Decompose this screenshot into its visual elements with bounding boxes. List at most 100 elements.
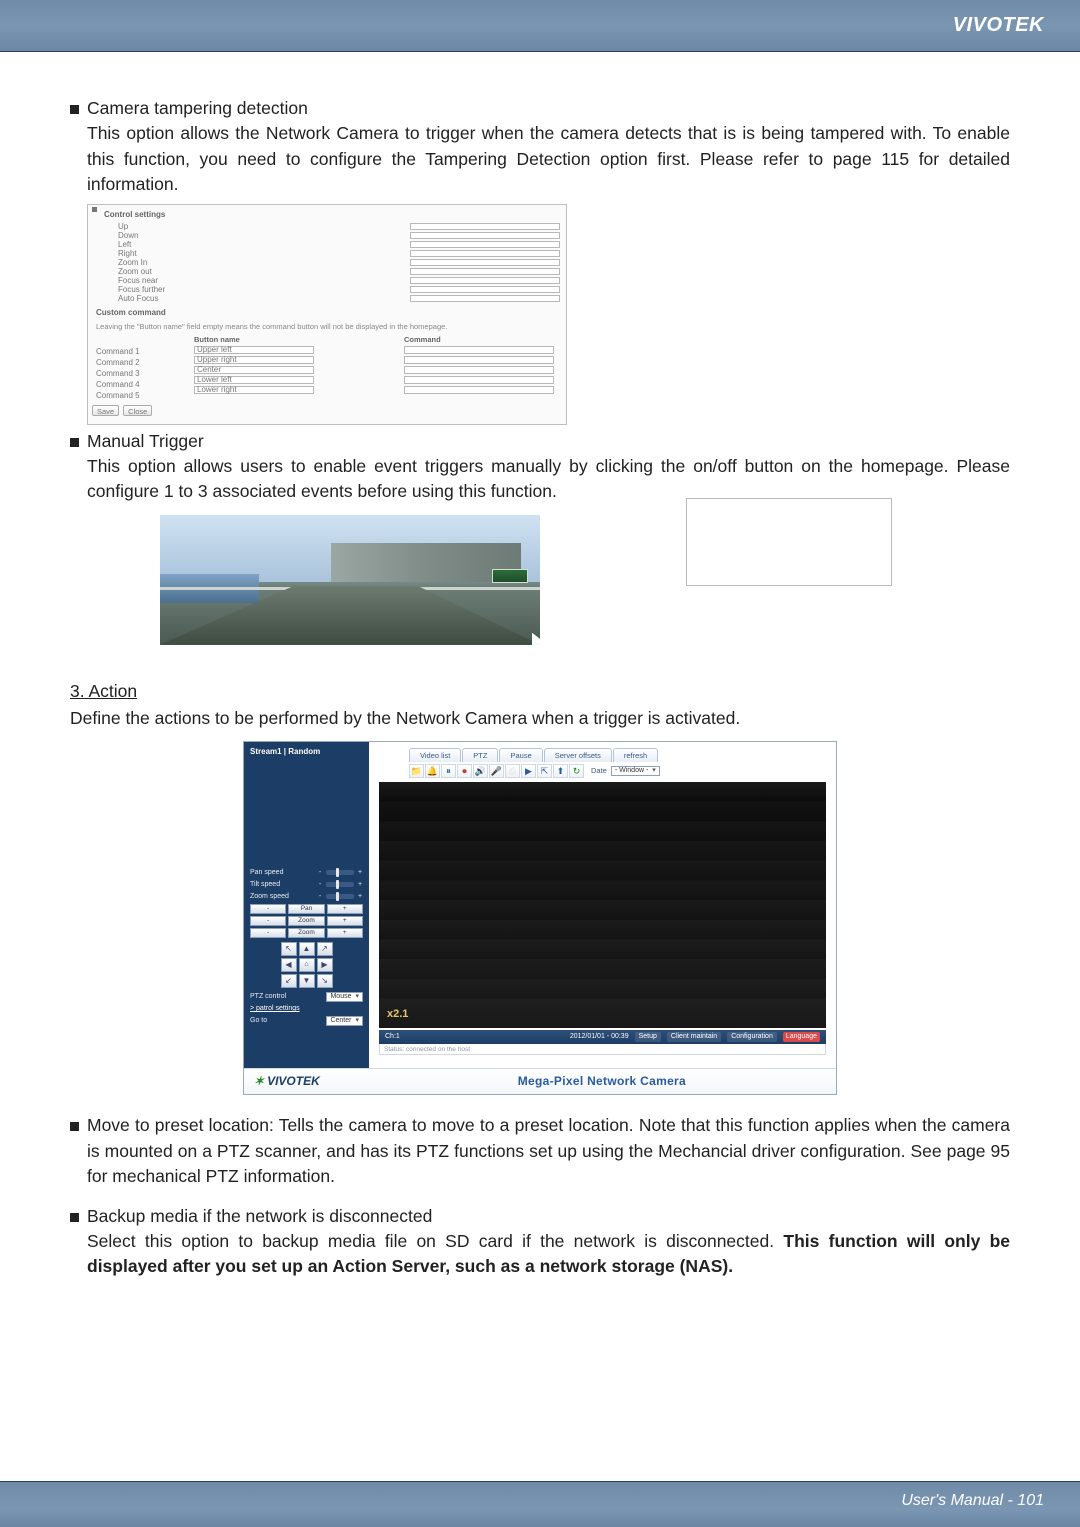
- zoom-minus[interactable]: -: [250, 916, 286, 926]
- zoom2-plus[interactable]: +: [327, 928, 363, 938]
- cam-footer: ✶VIVOTEK Mega-Pixel Network Camera: [244, 1068, 836, 1094]
- ptz-lbl: PTZ control: [250, 992, 286, 1002]
- bn-input[interactable]: Lower right: [194, 386, 314, 394]
- refresh-icon[interactable]: ↻: [569, 764, 584, 778]
- cc-label: Command 5: [94, 390, 194, 399]
- volume-icon[interactable]: 🔊: [473, 764, 488, 778]
- goto-select[interactable]: Center▾: [326, 1016, 363, 1026]
- tab-video[interactable]: Video list: [409, 748, 461, 762]
- play-icon[interactable]: ▶: [521, 764, 536, 778]
- zoom-readout: x2.1: [387, 1007, 408, 1023]
- bullet-icon: [70, 105, 79, 114]
- goto-lbl: Go to: [250, 1016, 267, 1026]
- cs-input[interactable]: [410, 286, 560, 293]
- cs-input[interactable]: [410, 268, 560, 275]
- zoom2-btn[interactable]: Zoom: [288, 928, 324, 938]
- close-button[interactable]: Close: [123, 405, 152, 416]
- cmd-input[interactable]: [404, 376, 554, 384]
- dpad-ll[interactable]: ↙: [281, 974, 297, 988]
- dpad-left[interactable]: ◀: [281, 958, 297, 972]
- bn-input[interactable]: Lower left: [194, 376, 314, 384]
- bn-input[interactable]: Center: [194, 366, 314, 374]
- bn-input[interactable]: Upper left: [194, 346, 314, 354]
- save-button[interactable]: Save: [92, 405, 119, 416]
- blank-callout-box: [686, 498, 892, 586]
- mic-icon[interactable]: 🎤: [489, 764, 504, 778]
- dpad-ul[interactable]: ↖: [281, 942, 297, 956]
- zoom-btn[interactable]: Zoom: [288, 916, 324, 926]
- ts-label: 2012/01/01 - 00:39: [570, 1032, 629, 1042]
- status-tag[interactable]: Configuration: [727, 1032, 777, 1042]
- zoom-plus[interactable]: +: [327, 916, 363, 926]
- tab-server[interactable]: Server offsets: [544, 748, 612, 762]
- bn-input[interactable]: Upper right: [194, 356, 314, 364]
- control-settings-figure: Control settings Up Down Left Right Zoom…: [87, 204, 567, 425]
- dpad-lr[interactable]: ↘: [317, 974, 333, 988]
- cmd-head: Command: [404, 335, 554, 344]
- bullet-manual-trigger: Manual Trigger: [70, 429, 1010, 454]
- pan-minus[interactable]: -: [250, 904, 286, 914]
- zoom-slider[interactable]: [326, 894, 354, 899]
- cam-sidebar: Stream1 | Random Pan speed-+ Tilt speed-…: [244, 742, 369, 1068]
- cmd-input[interactable]: [404, 346, 554, 354]
- cs-input[interactable]: [410, 250, 560, 257]
- sec4-line1: Select this option to backup media file …: [87, 1231, 783, 1251]
- footer-bar: User's Manual - 101: [0, 1481, 1080, 1527]
- bullet-icon: [70, 1213, 79, 1222]
- cursor-icon: [532, 633, 540, 645]
- cs-custom-note: Leaving the "Button name" field empty me…: [94, 322, 560, 333]
- bullet-icon: [70, 438, 79, 447]
- status-tag[interactable]: Setup: [635, 1032, 661, 1042]
- dt-select[interactable]: - Window -▾: [611, 766, 660, 776]
- bullet-backup-media: Backup media if the network is disconnec…: [70, 1204, 1010, 1229]
- folder-icon[interactable]: 📁: [409, 764, 424, 778]
- language-tag[interactable]: Language: [783, 1032, 820, 1042]
- pan-slider[interactable]: [326, 870, 354, 875]
- ptz-select[interactable]: Mouse▾: [326, 992, 363, 1002]
- zoom2-minus[interactable]: -: [250, 928, 286, 938]
- snap-icon[interactable]: ⎙: [505, 764, 520, 778]
- vivotek-logo: ✶VIVOTEK: [254, 1073, 320, 1090]
- cmd-input[interactable]: [404, 366, 554, 374]
- cs-input[interactable]: [410, 277, 560, 284]
- sec2-title: Manual Trigger: [87, 429, 1010, 454]
- cs-custom-title: Custom command: [96, 307, 560, 319]
- tab-ptz[interactable]: PTZ: [462, 748, 498, 762]
- cam-substatus: Status: connected on the host: [379, 1044, 826, 1055]
- cam-video[interactable]: x2.1: [379, 782, 826, 1028]
- cmd-input[interactable]: [404, 356, 554, 364]
- cmd-input[interactable]: [404, 386, 554, 394]
- dpad-ur[interactable]: ↗: [317, 942, 333, 956]
- cs-input[interactable]: [410, 223, 560, 230]
- cam-main: Video list PTZ Pause Server offsets refr…: [369, 742, 836, 1068]
- cs-input[interactable]: [410, 241, 560, 248]
- dpad-right[interactable]: ▶: [317, 958, 333, 972]
- dpad-down[interactable]: ▼: [299, 974, 315, 988]
- status-tag[interactable]: Client maintain: [667, 1032, 721, 1042]
- cam-tabs: Video list PTZ Pause Server offsets refr…: [369, 742, 836, 762]
- cs-input[interactable]: [410, 232, 560, 239]
- bn-head: Button name: [194, 335, 314, 344]
- tab-pause[interactable]: Pause: [499, 748, 542, 762]
- record-icon[interactable]: ⏺: [457, 764, 472, 778]
- tilt-slider[interactable]: [326, 882, 354, 887]
- bell-icon[interactable]: 🔔: [425, 764, 440, 778]
- pause-icon[interactable]: ⏸: [441, 764, 456, 778]
- bullet-icon: [70, 1122, 79, 1131]
- pan-plus[interactable]: +: [327, 904, 363, 914]
- cs-input[interactable]: [410, 259, 560, 266]
- sec3-title: Move to preset location:: [87, 1115, 274, 1135]
- camera-ui-figure: Stream1 | Random Pan speed-+ Tilt speed-…: [243, 741, 837, 1095]
- tab-refresh[interactable]: refresh: [613, 748, 658, 762]
- patrol-link[interactable]: > patrol settings: [250, 1004, 300, 1014]
- cc-label: Command 4: [94, 379, 194, 388]
- cast-icon[interactable]: ⇱: [537, 764, 552, 778]
- cc-label: Command 2: [94, 357, 194, 366]
- dpad-home[interactable]: ⌂: [299, 958, 315, 972]
- dpad-up[interactable]: ▲: [299, 942, 315, 956]
- sec1-body: This option allows the Network Camera to…: [87, 121, 1010, 197]
- pan-btn[interactable]: Pan: [288, 904, 324, 914]
- cs-input[interactable]: [410, 295, 560, 302]
- up-icon[interactable]: ⬆: [553, 764, 568, 778]
- page-content: Camera tampering detection This option a…: [0, 96, 1080, 1280]
